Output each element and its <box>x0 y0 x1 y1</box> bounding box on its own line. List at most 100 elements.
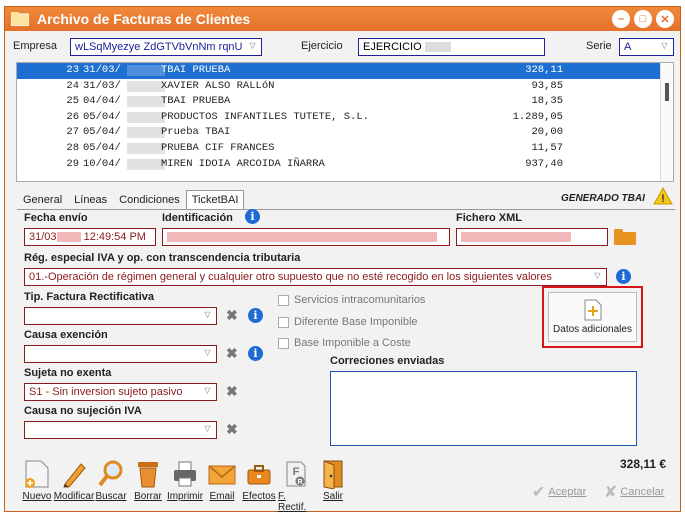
client-name: Prueba TBAI <box>161 126 231 139</box>
modificar-button[interactable]: Modificar <box>54 459 94 513</box>
invoice-number: 24 <box>66 79 79 92</box>
client-name: XAVIER ALSO RALLóN <box>161 79 275 92</box>
causa-exencion-select[interactable]: ▽ <box>24 345 217 363</box>
tab-ticketbai[interactable]: TicketBAI <box>185 190 245 210</box>
exit-door-icon <box>318 459 348 489</box>
serie-select[interactable]: A ▽ <box>619 38 674 56</box>
nuevo-button[interactable]: Nuevo <box>19 459 55 513</box>
trash-icon <box>133 459 163 489</box>
tipo-rectificativa-select[interactable]: ▽ <box>24 307 217 325</box>
empresa-select[interactable]: wLSqMyezye ZdGTVbVnNm rqnU ▽ <box>70 38 262 56</box>
clear-icon[interactable]: ✖ <box>226 421 238 438</box>
reg-especial-select[interactable]: 01.-Operación de régimen general y cualq… <box>24 268 607 286</box>
redacted-year <box>127 127 165 139</box>
invoice-date: 04/04/ <box>83 95 121 108</box>
identificacion-field <box>162 228 450 246</box>
table-row[interactable]: 23 31/03/TBAI PRUEBA 328,11 <box>17 63 673 79</box>
ejercicio-label: Ejercicio <box>301 40 343 52</box>
f-rectif-button[interactable]: FR F. Rectif. <box>278 459 314 513</box>
new-document-icon <box>22 459 52 489</box>
borrar-button[interactable]: Borrar <box>130 459 166 513</box>
identificacion-label: Identificación <box>162 212 233 224</box>
aceptar-button[interactable]: ✔ Aceptar <box>532 482 586 502</box>
imprimir-button[interactable]: Imprimir <box>167 459 203 513</box>
ejercicio-select[interactable]: EJERCICIO <box>358 38 545 56</box>
serie-label: Serie <box>586 40 612 52</box>
f-rectif-label: F. Rectif. <box>278 491 307 513</box>
checkbox-box <box>278 294 289 306</box>
sujeta-no-exenta-select[interactable]: S1 - Sin inversion sujeto pasivo ▽ <box>24 383 217 401</box>
bottom-toolbar: Nuevo Modificar Buscar Borrar Imprimir E… <box>19 459 352 513</box>
invoice-list[interactable]: 23 31/03/TBAI PRUEBA 328,11 24 31/03/XAVIER … <box>16 62 674 182</box>
efectos-label: Efectos <box>242 491 276 502</box>
add-document-icon <box>584 299 601 321</box>
invoice-date: 31/03/ <box>83 79 121 92</box>
clear-icon[interactable]: ✖ <box>226 307 238 324</box>
table-row[interactable]: 25 04/04/TBAI PRUEBA 18,35 <box>17 94 673 110</box>
checkbox-label: Diferente Base Imponible <box>294 316 418 328</box>
client-name: TBAI PRUEBA <box>161 95 231 108</box>
info-icon[interactable]: i <box>616 269 631 284</box>
chevron-down-icon: ▽ <box>594 271 601 280</box>
base-coste-checkbox[interactable]: Base Imponible a Coste <box>278 337 411 349</box>
close-button[interactable]: ✕ <box>656 10 674 28</box>
table-row[interactable]: 24 31/03/XAVIER ALSO RALLóN 93,85 <box>17 79 673 95</box>
servicios-intracomunitarios-checkbox[interactable]: Servicios intracomunitarios <box>278 294 425 306</box>
invoice-date: 05/04/ <box>83 110 121 123</box>
email-label: Email <box>209 491 235 502</box>
maximize-button[interactable]: □ <box>634 10 652 28</box>
tab-condiciones[interactable]: Condiciones <box>113 190 186 210</box>
clear-icon[interactable]: ✖ <box>226 345 238 362</box>
clear-icon[interactable]: ✖ <box>226 383 238 400</box>
tab-bar: General Líneas Condiciones TicketBAI <box>17 190 245 210</box>
ejercicio-value: EJERCICIO <box>363 41 422 53</box>
tab-lineas[interactable]: Líneas <box>68 190 113 210</box>
total-amount: 328,11 € <box>620 457 667 471</box>
table-row[interactable]: 29 10/04/MIREN IDOIA ARCOIDA IÑARRA 937,40 <box>17 157 673 173</box>
redacted-year <box>424 42 451 53</box>
empresa-label: Empresa <box>13 40 58 52</box>
efectos-button[interactable]: Efectos <box>241 459 277 513</box>
folder-icon[interactable] <box>614 229 636 248</box>
email-button[interactable]: Email <box>204 459 240 513</box>
cancelar-button[interactable]: ✘ Cancelar <box>604 482 664 502</box>
tab-general[interactable]: General <box>17 190 68 210</box>
fecha-envio-time: 12:49:54 PM <box>83 231 146 243</box>
chevron-down-icon: ▽ <box>204 310 211 319</box>
svg-text:F: F <box>293 466 300 478</box>
correcciones-textarea[interactable] <box>330 371 637 446</box>
list-scrollbar[interactable] <box>660 63 673 181</box>
aceptar-label: Aceptar <box>548 486 587 498</box>
reg-especial-label: Rég. especial IVA y op. con transcendenc… <box>24 252 301 264</box>
datos-adicionales-button[interactable]: Datos adicionales <box>548 292 637 342</box>
redacted-year <box>127 96 165 108</box>
invoice-number: 29 <box>66 157 79 170</box>
causa-no-sujecion-select[interactable]: ▽ <box>24 421 217 439</box>
redacted-year <box>127 158 165 170</box>
salir-button[interactable]: Salir <box>315 459 351 513</box>
sujeta-no-exenta-label: Sujeta no exenta <box>24 367 112 379</box>
invoice-amount: 11,57 <box>531 141 563 154</box>
checkmark-icon: ✔ <box>532 484 546 501</box>
info-icon[interactable]: i <box>248 308 263 323</box>
minimize-button[interactable]: – <box>612 10 630 28</box>
sujeta-no-exenta-value: S1 - Sin inversion sujeto pasivo <box>29 386 183 398</box>
invoice-amount: 1.289,05 <box>512 110 563 123</box>
table-row[interactable]: 27 05/04/Prueba TBAI 20,00 <box>17 125 673 141</box>
info-icon[interactable]: i <box>245 209 260 224</box>
invoice-number: 27 <box>66 126 79 139</box>
diferente-base-checkbox[interactable]: Diferente Base Imponible <box>278 316 418 328</box>
fichero-xml-label: Fichero XML <box>456 212 523 224</box>
reg-especial-value: 01.-Operación de régimen general y cualq… <box>29 271 552 283</box>
magnifier-icon <box>96 459 126 489</box>
pencil-icon <box>59 459 89 489</box>
invoice-date: 10/04/ <box>83 157 121 170</box>
info-icon[interactable]: i <box>248 346 263 361</box>
buscar-button[interactable]: Buscar <box>93 459 129 513</box>
buscar-label: Buscar <box>95 491 127 502</box>
table-row[interactable]: 26 05/04/PRODUCTOS INFANTILES TUTETE, S.L… <box>17 110 673 126</box>
invoice-date: 05/04/ <box>83 126 121 139</box>
invoice-number: 28 <box>66 141 79 154</box>
warning-icon: ! <box>653 186 673 208</box>
table-row[interactable]: 28 05/04/PRUEBA CIF FRANCES 11,57 <box>17 141 673 157</box>
